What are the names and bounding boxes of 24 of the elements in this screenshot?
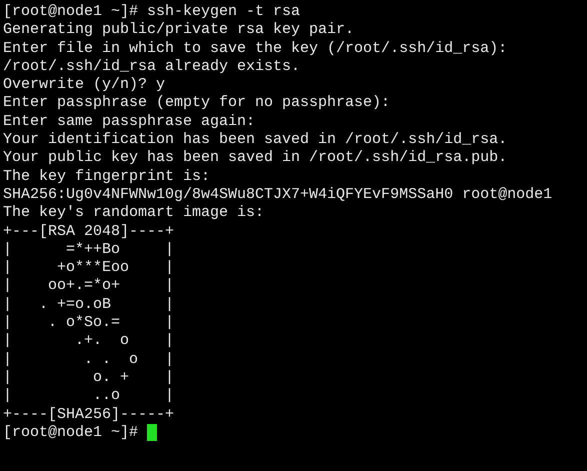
terminal-line: [root@node1 ~]# ssh-keygen -t rsa xyxy=(3,3,300,22)
terminal-line: +----[SHA256]-----+ xyxy=(3,406,174,424)
terminal-line: | . +=o.oB | xyxy=(3,296,174,314)
terminal-line: | =*++Bo | xyxy=(3,240,174,260)
terminal-line: | . . o | xyxy=(3,350,174,369)
terminal-line: | oo+.=*o+ | xyxy=(3,277,174,296)
terminal-line: SHA256:Ug0v4NFWNw10g/8w4SWu8CTJX7+W4iQFYEvF9MSSaH0 root@node1 xyxy=(3,186,552,204)
terminal-line: | +o***Eoo | xyxy=(3,259,174,278)
terminal-line: Enter passphrase (empty for no passphrase): xyxy=(3,94,390,113)
terminal-line: Generating public/private rsa key pair. xyxy=(3,21,354,40)
terminal-line: | . o*So.= | xyxy=(3,314,174,332)
terminal-line: Your identification has been saved in /root/.ssh/id_rsa. xyxy=(3,131,508,150)
terminal-line: | ..o | xyxy=(3,387,174,406)
terminal-line: Your public key has been saved in /root/.ssh/id_rsa.pub. xyxy=(3,149,508,168)
terminal-line: Enter file in which to save the key (/root/.ssh/id_rsa): xyxy=(3,40,508,58)
terminal-line: Enter same passphrase again: xyxy=(3,112,256,132)
terminal-line: /root/.ssh/id_rsa already exists. xyxy=(3,58,300,76)
terminal-prompt: [root@node1 ~]# xyxy=(3,424,138,442)
terminal-line: | o. + | xyxy=(3,368,174,388)
terminal-line: Overwrite (y/n)? y xyxy=(3,76,166,94)
terminal-line: +---[RSA 2048]----+ xyxy=(3,222,174,241)
terminal-line: The key's randomart image is: xyxy=(3,204,264,223)
terminal-line: | .+. o | xyxy=(3,332,174,351)
terminal-line: The key fingerprint is: xyxy=(3,168,210,186)
